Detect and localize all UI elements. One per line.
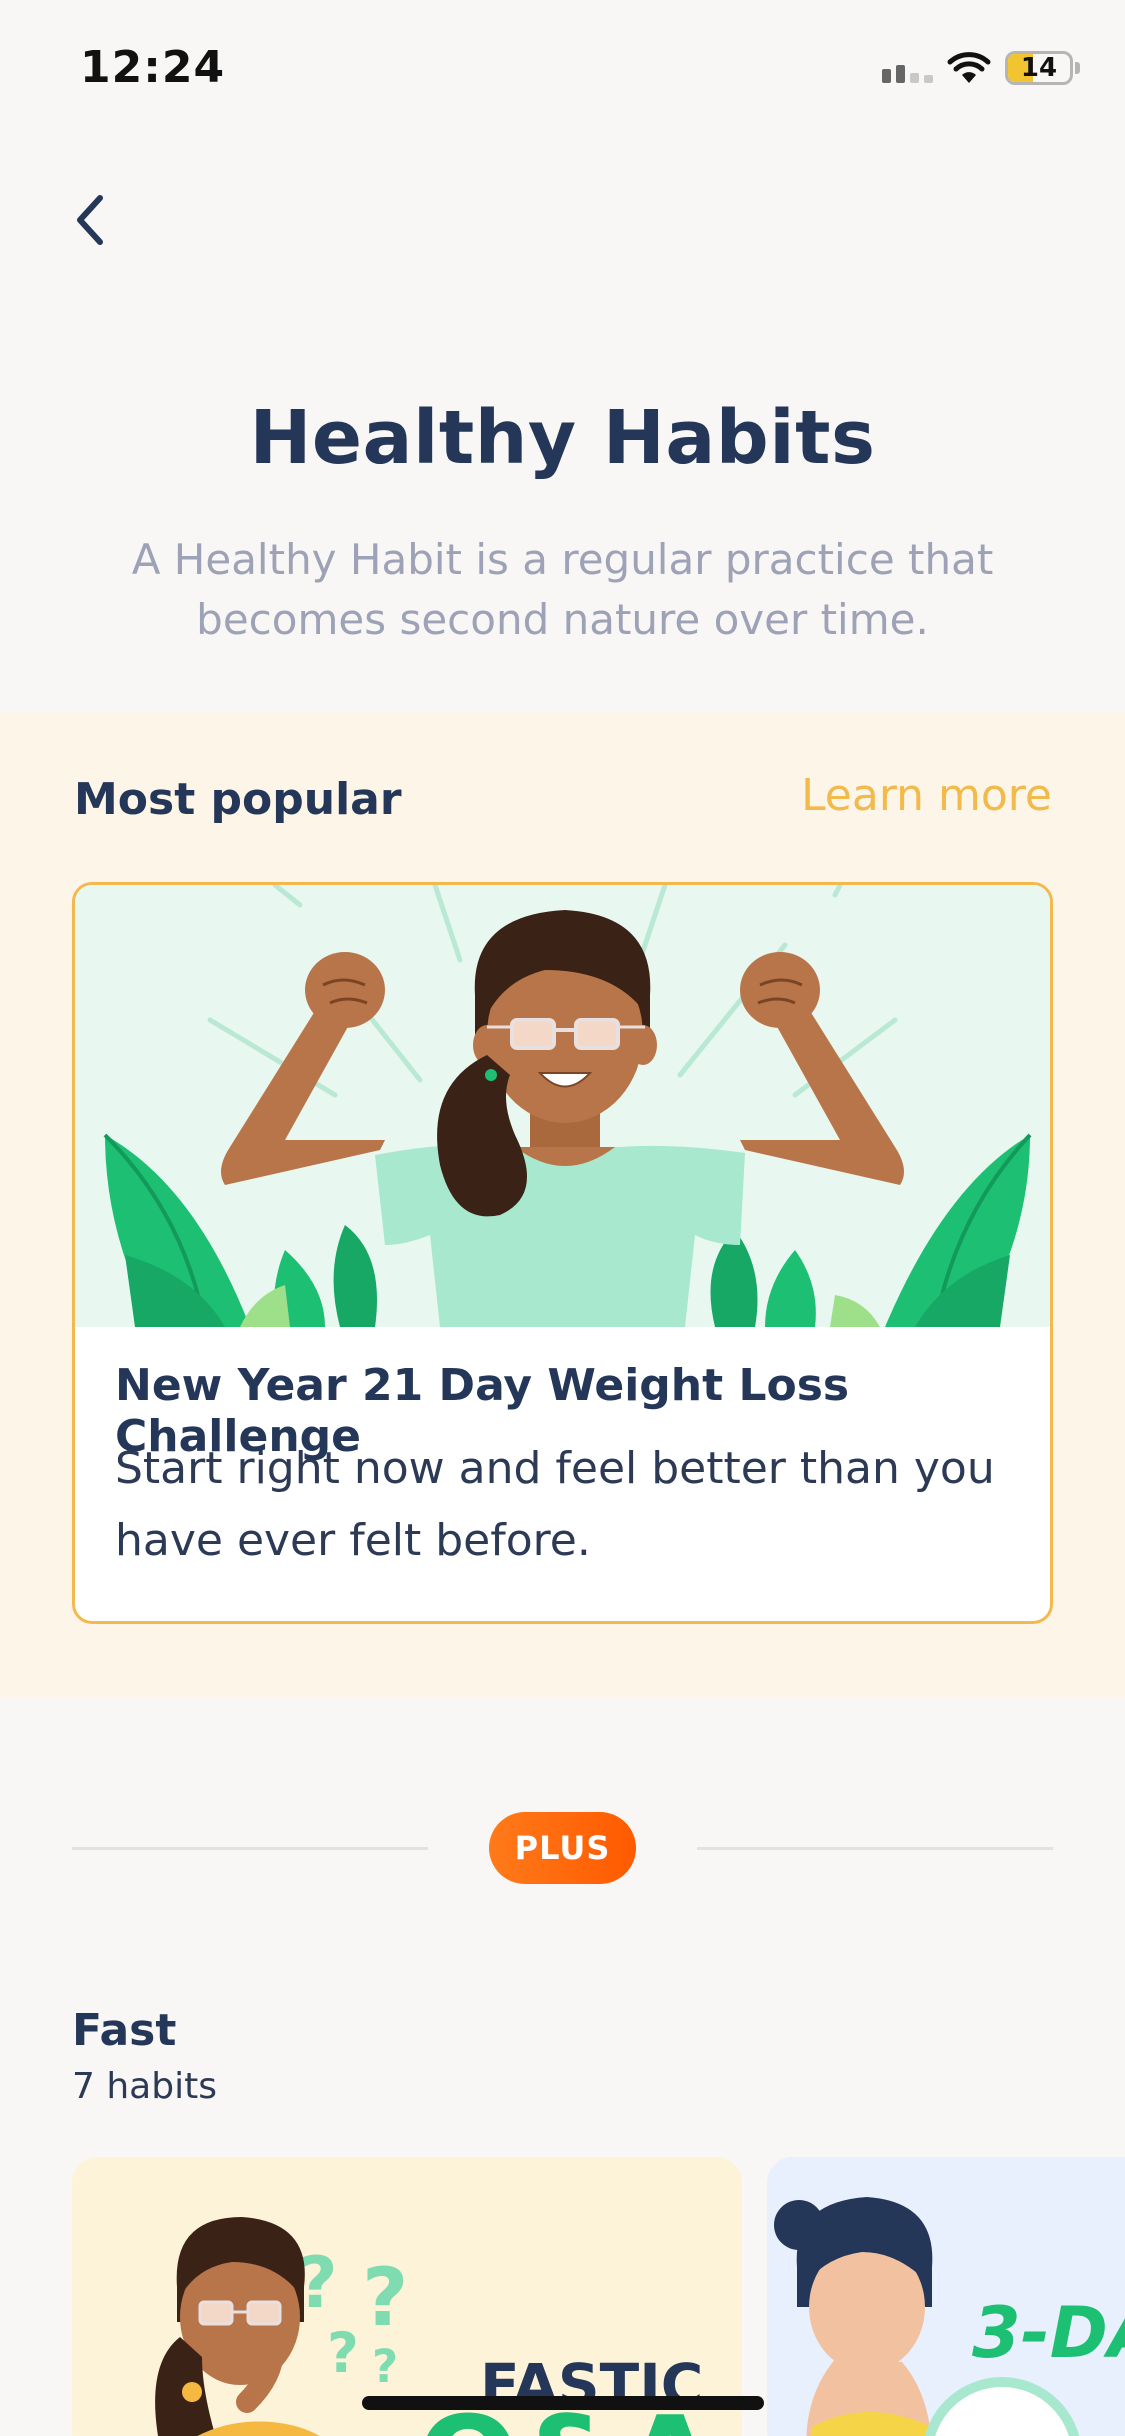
habit-card-fastic-qa[interactable]: ? ? ? ? FASTIC Q&A	[72, 2157, 742, 2436]
section-title-most-popular: Most popular	[74, 774, 402, 825]
status-icons: 14	[882, 48, 1080, 88]
cellular-signal-icon	[882, 53, 933, 83]
challenge-illustration	[75, 885, 1050, 1328]
page-title: Healthy Habits	[249, 395, 876, 481]
svg-text:?: ?	[372, 2340, 398, 2393]
battery-icon: 14	[1005, 51, 1073, 85]
battery-level: 14	[1020, 53, 1058, 83]
learn-more-link[interactable]: Learn more	[801, 770, 1052, 821]
most-popular-section: Most popular Learn more New Year 21 Day …	[0, 712, 1125, 1697]
divider-left	[72, 1847, 428, 1850]
wifi-icon	[947, 52, 991, 83]
page-subtitle: A Healthy Habit is a regular practice th…	[131, 535, 994, 644]
svg-text:?: ?	[362, 2251, 408, 2344]
habit-card-3-day[interactable]: B 3-DA C	[767, 2157, 1125, 2436]
challenge-card[interactable]: New Year 21 Day Weight Loss Challenge St…	[72, 882, 1053, 1624]
home-indicator	[362, 2396, 764, 2410]
svg-text:?: ?	[327, 2321, 359, 2385]
challenge-description: Start right now and feel better than you…	[115, 1443, 995, 1566]
back-button[interactable]	[55, 180, 125, 260]
category-title-fast: Fast	[72, 2005, 177, 2056]
screen: 12:24 14 Healthy Habits A Healthy Habit …	[0, 0, 1125, 2436]
woman-clock-illustration: B 3-DA C	[767, 2157, 1125, 2436]
habit-count: 7 habits	[72, 2066, 217, 2107]
chevron-left-icon	[77, 195, 103, 245]
status-time: 12:24	[80, 42, 226, 93]
thinking-woman-illustration: ? ? ? ? FASTIC Q&A	[72, 2157, 742, 2436]
woman-flexing-illustration	[75, 885, 1050, 1328]
three-day-label: 3-DA	[972, 2292, 1125, 2374]
status-bar: 12:24 14	[0, 0, 1125, 135]
divider-right	[697, 1847, 1053, 1850]
plus-badge: PLUS	[489, 1812, 636, 1884]
